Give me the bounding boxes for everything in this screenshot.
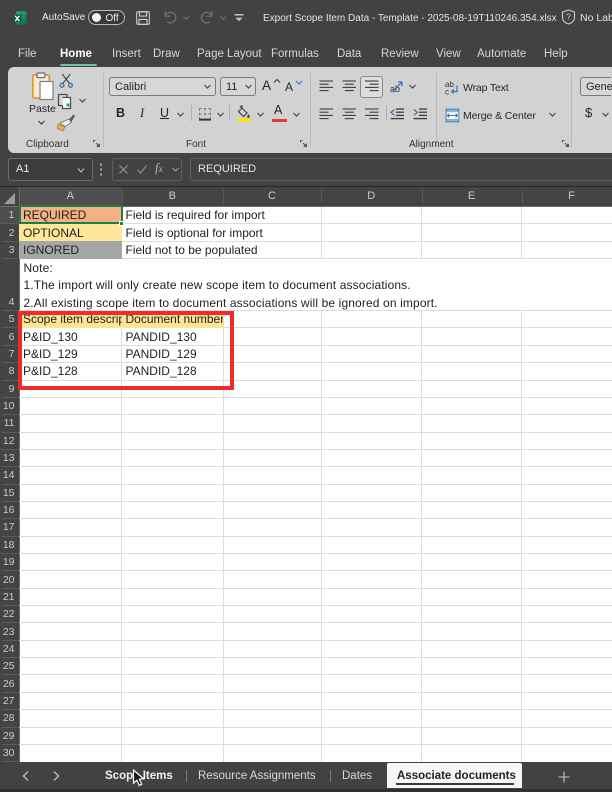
svg-text:c: c [445,88,449,96]
svg-text:?: ? [566,12,571,22]
